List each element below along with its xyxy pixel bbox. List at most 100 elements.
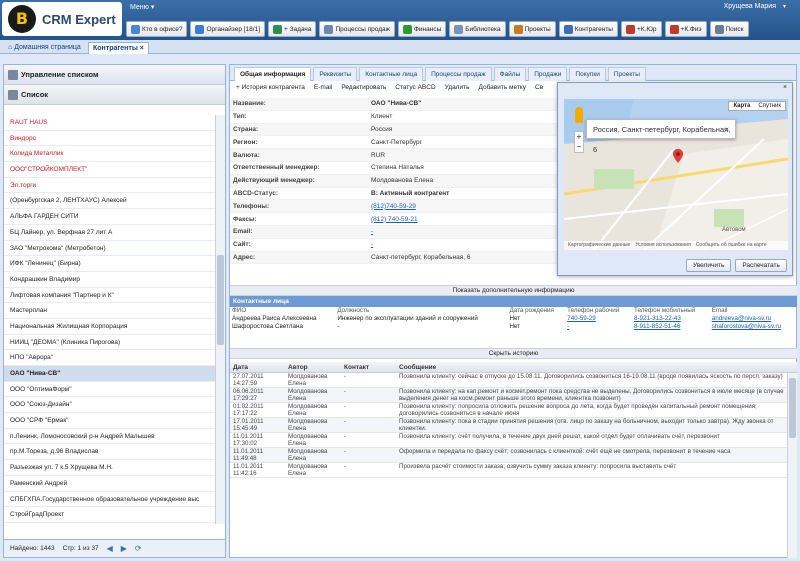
location-pin-icon[interactable] bbox=[673, 149, 683, 163]
list-item[interactable]: Виндорс bbox=[4, 131, 216, 147]
bubble-close-icon[interactable]: × bbox=[724, 120, 729, 140]
detail-tab[interactable]: Продажи bbox=[528, 67, 568, 81]
main-menu-button[interactable]: Меню ▾ bbox=[130, 3, 154, 11]
list-item[interactable]: Раменский Андрей bbox=[4, 476, 216, 492]
map-zoom-control[interactable]: + − bbox=[574, 131, 584, 153]
map-type-satellite[interactable]: Спутник bbox=[754, 102, 785, 110]
list-item[interactable]: ООО "Союз-Дизайн" bbox=[4, 397, 216, 414]
detail-tab[interactable]: Общая информация bbox=[234, 67, 312, 81]
detail-action-link[interactable]: + История контрагента bbox=[236, 84, 305, 91]
toolbar-button[interactable]: +К.Физ bbox=[664, 21, 707, 37]
list-item[interactable]: ЗАО "Метрокомa" (Метробетон) bbox=[4, 241, 216, 257]
map-close-icon[interactable]: × bbox=[781, 84, 789, 92]
toolbar-button[interactable]: Процессы продаж bbox=[319, 21, 395, 37]
map-view[interactable]: + − Карта Спутник Россия, Санкт-петербург… bbox=[564, 99, 788, 250]
list-item[interactable]: Эл.торги bbox=[4, 178, 216, 194]
refresh-icon[interactable]: ⟳ bbox=[135, 544, 142, 553]
list-item[interactable]: ООО "СРФ "Ермак" bbox=[4, 413, 216, 429]
toolbar-button[interactable]: Органайзер [18/1] bbox=[190, 21, 266, 37]
list-item[interactable]: ИФК "Ленинец" (Бирна) bbox=[4, 256, 216, 272]
toolbar-button[interactable]: + Задача bbox=[268, 21, 317, 37]
map-terms-link[interactable]: Условия использования bbox=[635, 241, 691, 250]
prev-page-icon[interactable]: ◀ bbox=[107, 544, 113, 553]
street-view-pegman-icon[interactable] bbox=[575, 107, 583, 123]
next-page-icon[interactable]: ▶ bbox=[121, 544, 127, 553]
list-item[interactable]: БЦ Лайнер, ул. Верфная 27 лит А bbox=[4, 225, 216, 241]
history-col-date[interactable]: Дата bbox=[230, 364, 288, 371]
hide-history-button[interactable]: Скрыть историю bbox=[230, 348, 797, 359]
tab-home[interactable]: ⌂ Домашняя страница bbox=[4, 42, 85, 54]
detail-action-link[interactable]: Статус ABCD bbox=[395, 84, 435, 91]
toolbar-button[interactable]: +К.Юр bbox=[620, 21, 662, 37]
toolbar-button[interactable]: Поиск bbox=[709, 21, 749, 37]
list-scrollbar[interactable] bbox=[215, 115, 225, 524]
list-item[interactable]: Разъезжая ул. 7 к.5 Хрущева М.Н. bbox=[4, 460, 216, 476]
list-item[interactable]: п.Ленинк, Ломоносовский р-н Андрей Малыш… bbox=[4, 429, 216, 445]
list-item[interactable]: Чуев Олег Михайлович bbox=[4, 523, 216, 524]
tab-contractors[interactable]: Контрагенты × bbox=[88, 42, 149, 54]
map-zoom-button[interactable]: Увеличить bbox=[686, 259, 732, 272]
list-item[interactable]: ООО "ОптимаФорм" bbox=[4, 382, 216, 398]
contact-row[interactable]: Андреева Раиса Алексеевна Инженер по эксп… bbox=[230, 315, 797, 323]
list-item[interactable]: АЛЬФА ГАРДЕН СИТИ bbox=[4, 209, 216, 225]
map-print-button[interactable]: Распечатать bbox=[735, 259, 787, 272]
user-menu-chevron-icon[interactable]: ▾ bbox=[783, 3, 786, 10]
contact-cell[interactable]: 740-59-29 bbox=[565, 315, 632, 323]
field-value[interactable]: (812)740-59-29 bbox=[371, 203, 416, 210]
detail-tab[interactable]: Проекты bbox=[607, 67, 646, 81]
history-scroll-thumb[interactable] bbox=[789, 378, 796, 438]
detail-tab[interactable]: Реквизиты bbox=[313, 67, 358, 81]
toolbar-button[interactable]: Библиотека bbox=[449, 21, 506, 37]
zoom-out-icon[interactable]: − bbox=[575, 142, 583, 152]
list-item[interactable]: НПО "Аврора" bbox=[4, 350, 216, 366]
history-row[interactable]: 11.01.2011 17:30:02 Молдованова Елена - Поз… bbox=[230, 433, 797, 448]
history-col-author[interactable]: Автор bbox=[288, 364, 344, 371]
toolbar-button[interactable]: Контрагенты bbox=[558, 21, 618, 37]
zoom-in-icon[interactable]: + bbox=[575, 132, 583, 142]
toolbar-button[interactable]: Проекты bbox=[508, 21, 556, 37]
detail-action-link[interactable]: Добавить метку bbox=[478, 84, 526, 91]
list-item[interactable]: ООО"СТРОЙКОМПЛЕКТ" bbox=[4, 162, 216, 178]
app-logo[interactable]: B CRM Expert bbox=[2, 2, 122, 36]
map-type-map[interactable]: Карта bbox=[729, 102, 754, 110]
detail-tab[interactable]: Процессы продаж bbox=[425, 67, 492, 81]
list-item[interactable]: НИИЦ "ДЕОМА" (Клиника Пирогова) bbox=[4, 335, 216, 351]
history-col-contact[interactable]: Контакт bbox=[344, 364, 399, 371]
map-report-link[interactable]: Сообщить об ошибке на карте bbox=[696, 241, 767, 250]
toolbar-button[interactable]: Финансы bbox=[397, 21, 447, 37]
field-value[interactable]: - bbox=[371, 228, 373, 235]
list-item[interactable]: RAUT HAUS bbox=[4, 115, 216, 131]
history-row[interactable]: 06.06.2011 17:29:27 Молдованова Елена - Поз… bbox=[230, 388, 797, 403]
detail-tab[interactable]: Покупки bbox=[569, 67, 606, 81]
field-value[interactable]: (812) 740-59-21 bbox=[371, 216, 418, 223]
tab-close-icon[interactable]: × bbox=[140, 45, 144, 52]
list-item[interactable]: Национальная Жилищная Корпорация bbox=[4, 319, 216, 335]
user-name[interactable]: Хрущева Мария bbox=[724, 3, 776, 10]
list-item[interactable]: Лифтовая компания "Партнер и К" bbox=[4, 288, 216, 304]
history-row[interactable]: 01.02.2011 17:17:22 Молдованова Елена - Поз… bbox=[230, 403, 797, 418]
field-value[interactable]: - bbox=[371, 241, 373, 248]
list-item[interactable]: СПБГХПА.Государственное образовательное … bbox=[4, 492, 216, 508]
contact-cell[interactable]: 8-921-313-22-43 bbox=[632, 315, 710, 323]
history-row[interactable]: 17.01.2011 15:45:49 Молдованова Елена - Поз… bbox=[230, 418, 797, 433]
detail-action-link[interactable]: Редактировать bbox=[341, 84, 386, 91]
manage-list-button[interactable]: Управление списком bbox=[4, 65, 225, 85]
show-more-info-button[interactable]: Показать дополнительную информацию bbox=[230, 285, 797, 296]
list-item[interactable]: Мастерплан bbox=[4, 303, 216, 319]
detail-tab[interactable]: Контактные лица bbox=[359, 67, 424, 81]
history-row[interactable]: 27.07.2011 14:27:59 Молдованова Елена - Поз… bbox=[230, 373, 797, 388]
list-item[interactable]: ОАО "Нива-СВ" bbox=[4, 366, 216, 382]
history-col-message[interactable]: Сообщение bbox=[399, 364, 797, 371]
history-row[interactable]: 11.01.2011 11:49:48 Молдованова Елена - Офо… bbox=[230, 448, 797, 463]
list-item[interactable]: (Оренбургская 2, ЛЕНТХАУС) Алексей bbox=[4, 193, 216, 210]
detail-action-link[interactable]: Св bbox=[535, 84, 543, 91]
toolbar-button[interactable]: Кто в офисе? bbox=[126, 21, 188, 37]
list-item[interactable]: СтройГрадПроект bbox=[4, 507, 216, 523]
contact-cell[interactable]: - bbox=[565, 323, 632, 331]
contact-row[interactable]: Шафоростова Светлана - Нет -8-911-852-51-46… bbox=[230, 323, 797, 331]
history-row[interactable]: 11.01.2011 11:42:16 Молдованова Елена - Про… bbox=[230, 463, 797, 478]
list-scroll-thumb[interactable] bbox=[217, 255, 224, 345]
list-item[interactable]: Колида Металлик bbox=[4, 146, 216, 163]
detail-action-link[interactable]: Удалить bbox=[445, 84, 470, 91]
detail-tab[interactable]: Файлы bbox=[493, 67, 527, 81]
